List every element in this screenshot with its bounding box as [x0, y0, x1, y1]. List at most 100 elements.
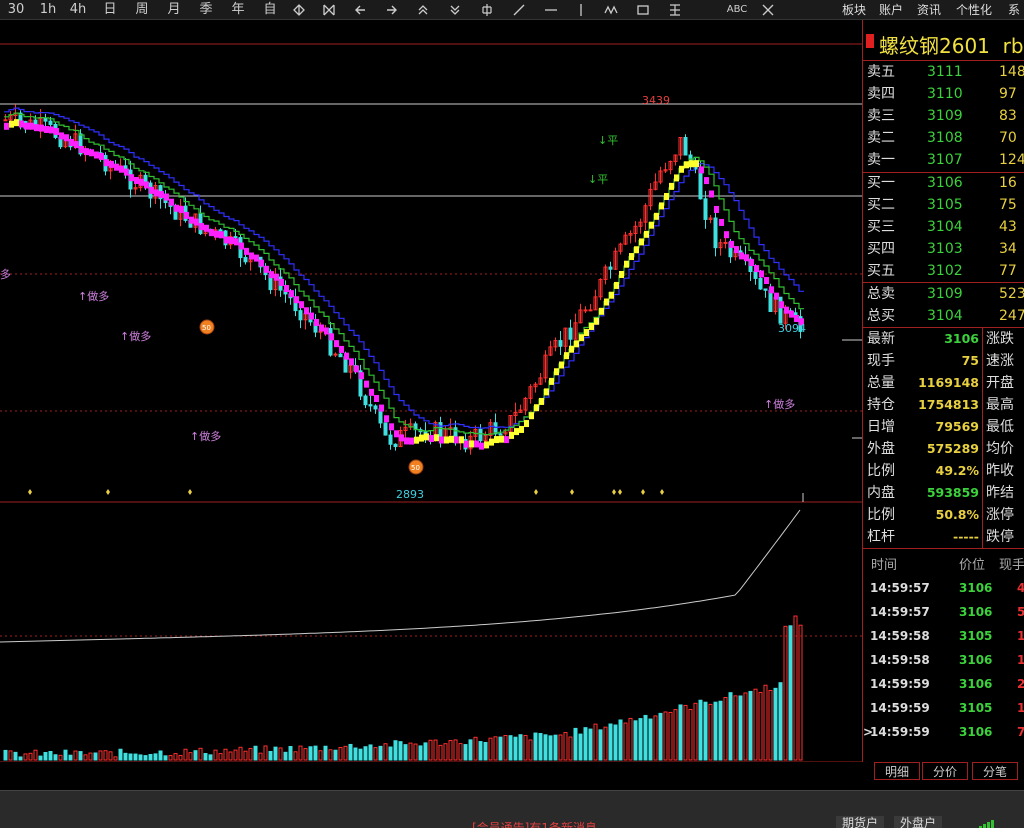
menu-1[interactable]: 账户 — [879, 1, 903, 19]
period-0-button[interactable]: 30 — [4, 1, 28, 19]
volume-bar — [733, 695, 738, 761]
arrow-down-icon[interactable] — [444, 1, 466, 19]
ask-row[interactable]: 卖五 3111 148 — [863, 61, 1024, 83]
candle-body — [568, 327, 573, 340]
volume-bar — [93, 752, 98, 761]
panel-tab-2[interactable]: 分笔 — [972, 762, 1018, 780]
arrow-left-icon[interactable] — [350, 1, 372, 19]
bid-row[interactable]: 买五 3102 77 — [863, 260, 1024, 282]
bid-row[interactable]: 买四 3103 34 — [863, 238, 1024, 260]
candle-body — [713, 217, 718, 249]
volume-bar — [583, 727, 588, 761]
stat-label-2: 涨跌 — [986, 331, 1014, 347]
zoom-in-icon[interactable] — [288, 1, 310, 19]
abc-button[interactable]: ABC — [724, 1, 750, 19]
foreign-account-button[interactable]: 外盘户 — [894, 816, 943, 828]
band-segment — [344, 352, 349, 360]
volume-bar — [278, 747, 283, 761]
signal-icon — [975, 817, 995, 828]
zoom-out-icon[interactable] — [318, 1, 340, 19]
period-5-button[interactable]: 月 — [162, 1, 186, 19]
volume-bar — [258, 752, 263, 761]
low-price-label: 2893 — [396, 488, 424, 501]
period-8-button[interactable]: 自 — [258, 1, 282, 19]
band-segment — [639, 238, 644, 246]
period-6-button[interactable]: 季 — [194, 1, 218, 19]
ask-row[interactable]: 卖四 3110 97 — [863, 83, 1024, 105]
volume-bar — [183, 748, 188, 761]
volume-bar — [28, 752, 33, 761]
period-7-button[interactable]: 年 — [226, 1, 250, 19]
band-segment — [584, 329, 589, 337]
menu-0[interactable]: 板块 — [842, 1, 866, 19]
candle-body — [683, 137, 688, 156]
period-2-button[interactable]: 4h — [66, 1, 90, 19]
band-segment — [184, 211, 189, 219]
tick-row[interactable]: 14:59:58 3106 1 — [863, 648, 1024, 672]
volume-bar — [308, 746, 313, 761]
tick-row[interactable]: 14:59:58 3105 19 — [863, 624, 1024, 648]
tick-row[interactable]: 14:59:59 3106 2 — [863, 672, 1024, 696]
fullscreen-icon[interactable] — [758, 1, 778, 19]
ask-row[interactable]: 卖二 3108 70 — [863, 127, 1024, 149]
band-segment — [484, 441, 489, 449]
stat-value: 593859 — [926, 485, 979, 500]
candle-body — [298, 310, 303, 321]
panel-tab-1[interactable]: 分价 — [922, 762, 968, 780]
vline-icon[interactable] — [570, 1, 592, 19]
wave-icon[interactable] — [600, 1, 622, 19]
volume-bar — [483, 741, 488, 761]
period-1-button[interactable]: 1h — [36, 1, 60, 19]
stat-label: 内盘 — [867, 485, 895, 501]
draw-line-icon[interactable] — [508, 1, 530, 19]
panel-tab-0[interactable]: 明细 — [874, 762, 920, 780]
band-segment — [759, 270, 764, 278]
band-segment — [609, 291, 614, 299]
futures-account-button[interactable]: 期货户 — [836, 816, 885, 828]
rectangle-icon[interactable] — [632, 1, 654, 19]
band-segment — [59, 132, 64, 140]
tick-row[interactable]: >14:59:59 3106 7 — [863, 720, 1024, 744]
band-segment — [39, 124, 44, 132]
period-3-button[interactable]: 日 — [98, 1, 122, 19]
bid-row[interactable]: 买三 3104 43 — [863, 216, 1024, 238]
stat-label-2: 昨结 — [986, 485, 1014, 501]
tick-row[interactable]: 14:59:57 3106 5 — [863, 600, 1024, 624]
volume-bar — [563, 732, 568, 761]
volume-bar — [678, 704, 683, 761]
arrow-up-icon[interactable] — [412, 1, 434, 19]
menu-3[interactable]: 个性化 — [956, 1, 992, 19]
kline-chart[interactable]: 343928933094多↓平↓平↑做多↑做多↑做多↑做多50502025/03… — [0, 20, 862, 762]
signal-label: ↑做多 — [190, 429, 221, 443]
bid-row[interactable]: 买二 3105 75 — [863, 194, 1024, 216]
volume-bar — [573, 727, 578, 761]
band-segment — [274, 273, 279, 281]
bid-price: 3106 — [927, 175, 963, 191]
band-segment — [599, 307, 604, 315]
tick-row[interactable]: 14:59:59 3105 1 — [863, 696, 1024, 720]
stat-label-2: 涨停 — [986, 507, 1014, 523]
notice-link[interactable]: [会员通告]有1条新消息 — [472, 819, 597, 828]
ask-row[interactable]: 卖三 3109 83 — [863, 105, 1024, 127]
fib-icon[interactable] — [664, 1, 686, 19]
band-segment — [444, 436, 449, 444]
bid-row[interactable]: 买一 3106 16 — [863, 172, 1024, 194]
cursor-line-icon[interactable] — [476, 1, 498, 19]
tick-row[interactable]: 14:59:57 3106 4 — [863, 576, 1024, 600]
volume-bar — [288, 746, 293, 761]
volume-bar — [533, 732, 538, 761]
signal-label: ↓平 — [598, 134, 618, 147]
candle-body — [368, 404, 373, 407]
arrow-right-icon[interactable] — [380, 1, 402, 19]
menu-2[interactable]: 资讯 — [917, 1, 941, 19]
tick-price: 3106 — [959, 653, 993, 667]
volume-bar — [593, 723, 598, 761]
menu-4[interactable]: 系 — [1008, 1, 1020, 19]
total-price: 3109 — [927, 286, 963, 302]
ask-row[interactable]: 卖一 3107 124 — [863, 149, 1024, 171]
band-segment — [739, 252, 744, 260]
hline-icon[interactable] — [540, 1, 562, 19]
period-4-button[interactable]: 周 — [130, 1, 154, 19]
band-segment — [29, 122, 34, 130]
chart-canvas[interactable]: 343928933094多↓平↓平↑做多↑做多↑做多↑做多50502025/03… — [0, 20, 862, 762]
